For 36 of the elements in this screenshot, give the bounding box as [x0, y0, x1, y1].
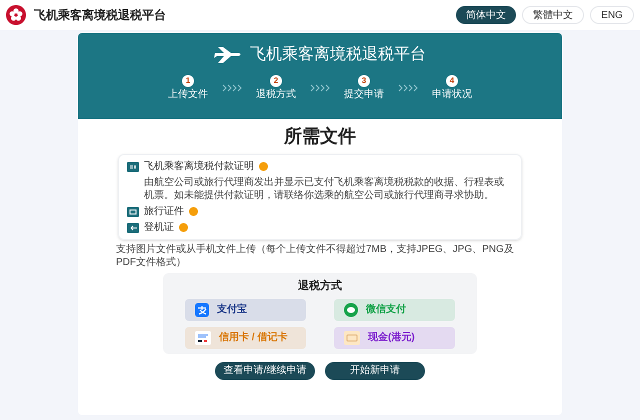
site-title: 飞机乘客离境税退税平台: [34, 7, 166, 24]
chevrons-icon: [222, 84, 242, 92]
step-number: 4: [446, 75, 458, 87]
refund-option[interactable]: 支付宝: [185, 298, 306, 320]
step-number: 2: [270, 75, 282, 87]
flower-emblem-icon: [6, 5, 26, 25]
payment-app-icon: [195, 302, 209, 316]
document-label: 登机证: [144, 221, 174, 234]
action-button[interactable]: 开始新申请: [325, 362, 425, 380]
upload-note: 支持图片文件或从手机文件上传（每个上传文件不得超过7MB，支持JPEG、JPG、PNG及PDF文件格式）: [116, 243, 515, 269]
section-title: 所需文件: [282, 125, 357, 148]
document-icon: [127, 222, 139, 232]
document-icon: [127, 162, 139, 172]
step-label: 提交申请: [344, 89, 384, 101]
document-description: 由航空公司或旅行代理商发出并显示已支付飞机乘客离境税税款的收据、行程表或机票。如未能提供付款证明，请联络你选乘的航空公司或旅行代理商寻求协助。: [143, 176, 505, 202]
step-number: 1: [182, 75, 194, 87]
airplane-icon: [214, 46, 242, 64]
chevrons-icon: [398, 84, 418, 92]
wallet-icon: [344, 330, 360, 344]
step-label: 上传文件: [168, 89, 208, 101]
step-label: 申请状况: [432, 89, 472, 101]
document-label: 飞机乘客离境税付款证明: [144, 160, 254, 173]
credit-card-icon: [195, 330, 211, 344]
banner-title: 飞机乘客离境税退税平台: [250, 44, 426, 65]
document-icon: [127, 206, 139, 216]
step-number: 3: [358, 75, 370, 87]
chat-bubble-icon: [344, 302, 358, 316]
step-label: 退税方式: [256, 89, 296, 101]
action-button[interactable]: 查看申请/继续申请: [215, 362, 315, 380]
language-button[interactable]: 简体中文: [456, 6, 516, 24]
document-label: 旅行证件: [144, 205, 184, 218]
language-button[interactable]: 繁體中文: [522, 6, 584, 24]
chevrons-icon: [310, 84, 330, 92]
panel-title: 退税方式: [297, 278, 343, 294]
language-button[interactable]: ENG: [590, 6, 634, 24]
refund-option[interactable]: 现金(港元): [334, 326, 455, 348]
